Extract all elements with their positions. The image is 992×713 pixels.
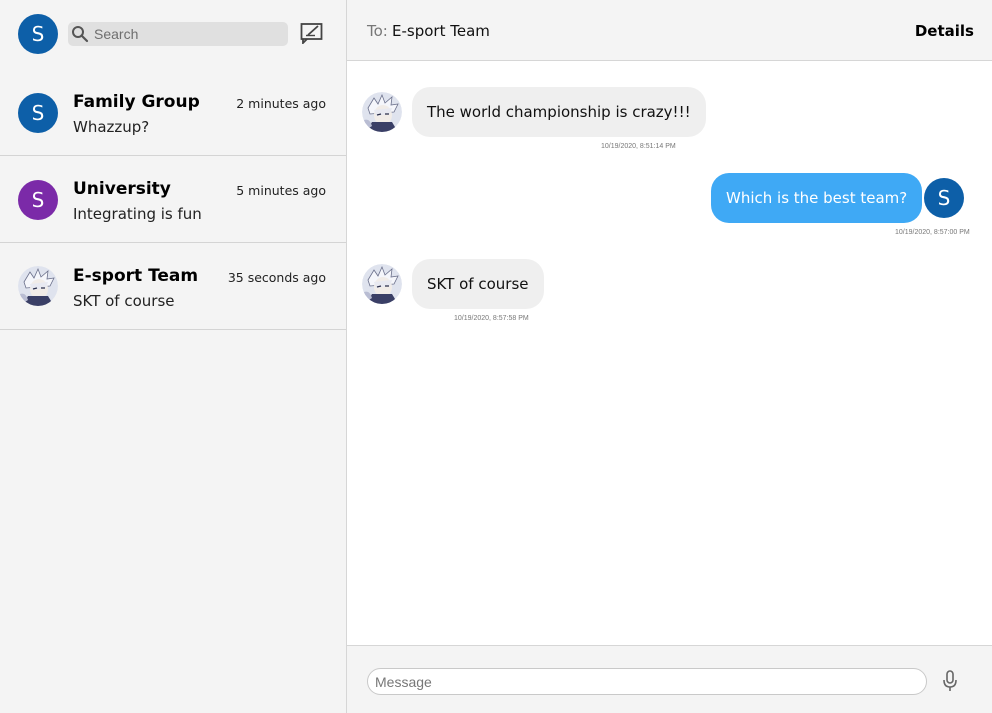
conversation-time: 5 minutes ago	[236, 183, 326, 198]
sidebar-header: S	[0, 0, 346, 68]
anime-character-avatar	[18, 266, 58, 306]
chat-panel: To: E-sport Team Details The world champ…	[347, 0, 992, 713]
search-box[interactable]	[68, 22, 288, 46]
conversation-name: E-sport Team	[73, 266, 199, 286]
conversation-item-university[interactable]: S University 5 minutes ago Integrating i…	[0, 156, 346, 243]
sender-avatar	[362, 264, 402, 304]
message-timestamp: 10/19/2020, 8:57:00 PM	[895, 229, 970, 236]
conversation-name: University	[73, 179, 171, 199]
conversation-item-esport-team[interactable]: E-sport Team 35 seconds ago SKT of cours…	[0, 243, 346, 330]
message-input[interactable]	[367, 668, 927, 695]
conversation-time: 2 minutes ago	[236, 96, 326, 111]
microphone-button[interactable]	[941, 670, 959, 692]
compose-button[interactable]	[300, 22, 324, 46]
conversation-preview: Integrating is fun	[73, 205, 202, 223]
conversation-preview: SKT of course	[73, 292, 175, 310]
avatar: S	[18, 93, 58, 133]
my-avatar[interactable]: S	[18, 14, 58, 54]
compose-icon	[300, 23, 323, 46]
to-label: To:	[367, 22, 388, 40]
details-button[interactable]: Details	[915, 22, 974, 40]
message-timestamp: 10/19/2020, 8:51:14 PM	[601, 143, 676, 150]
search-icon	[72, 26, 89, 43]
message-timestamp: 10/19/2020, 8:57:58 PM	[454, 315, 529, 322]
conversation-item-family-group[interactable]: S Family Group 2 minutes ago Whazzup?	[0, 69, 346, 156]
message-bubble-outgoing: Which is the best team?	[711, 173, 923, 223]
conversation-name: Family Group	[73, 92, 200, 112]
sender-avatar	[362, 92, 402, 132]
message-bubble-incoming: The world championship is crazy!!!	[412, 87, 706, 137]
conversation-sidebar: S S Family Group 2 minutes ago Whazzup? …	[0, 0, 347, 713]
message-bubble-incoming: SKT of course	[412, 259, 544, 309]
avatar: S	[18, 180, 58, 220]
microphone-icon	[943, 670, 957, 691]
recipient-name: E-sport Team	[392, 22, 490, 40]
my-message-avatar: S	[924, 178, 964, 218]
chat-header: To: E-sport Team Details	[347, 0, 992, 61]
search-input[interactable]	[94, 22, 284, 46]
conversation-preview: Whazzup?	[73, 118, 150, 136]
message-composer	[347, 645, 992, 713]
conversation-time: 35 seconds ago	[227, 270, 326, 285]
